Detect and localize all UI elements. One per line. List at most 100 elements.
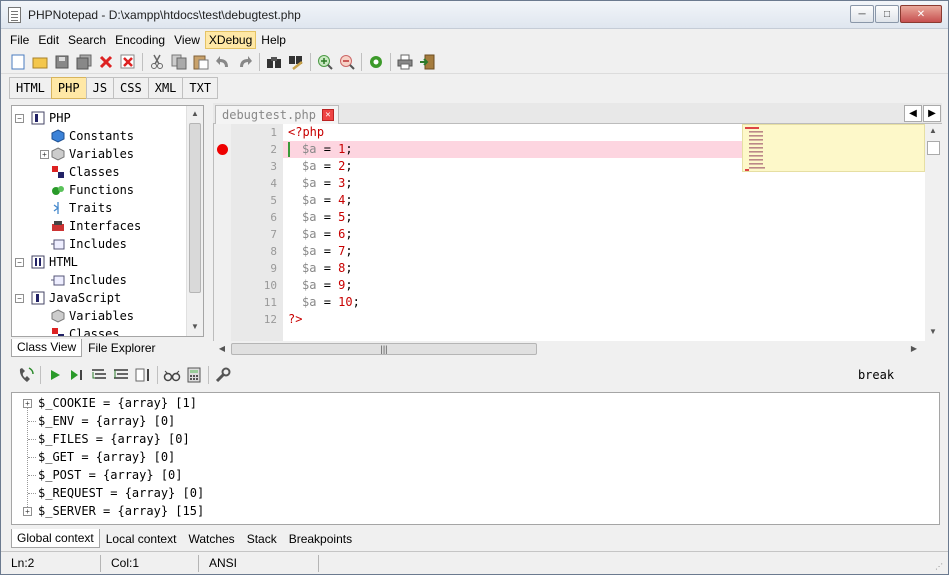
print-button[interactable]: [394, 51, 416, 73]
tree-node-html[interactable]: HTML: [30, 253, 78, 271]
debug-settings-button[interactable]: [212, 364, 234, 386]
collapse-php-toggle[interactable]: −: [15, 114, 24, 123]
scroll-down-arrow-icon[interactable]: ▼: [187, 319, 203, 335]
settings-button[interactable]: [365, 51, 387, 73]
debug-step-into-button[interactable]: [88, 364, 110, 386]
scroll-up-arrow-icon[interactable]: ▲: [187, 106, 203, 122]
close-all-button[interactable]: [117, 51, 139, 73]
editor-hscroll-thumb[interactable]: |||: [231, 343, 537, 355]
tree-node-php[interactable]: PHP: [30, 109, 71, 127]
editor-tab-debugtest[interactable]: debugtest.php ✕: [215, 105, 339, 124]
menu-edit[interactable]: Edit: [34, 31, 63, 49]
line-number: 11: [263, 296, 277, 309]
menu-encoding[interactable]: Encoding: [111, 31, 169, 49]
close-window-button[interactable]: ✕: [900, 5, 942, 23]
save-all-button[interactable]: [73, 51, 95, 73]
tree-node-interfaces[interactable]: Interfaces: [50, 217, 141, 235]
resize-grip-icon[interactable]: ⋰: [935, 562, 945, 572]
paste-button[interactable]: [190, 51, 212, 73]
variable-row[interactable]: $_SERVER = {array} [15]: [38, 502, 204, 520]
lang-tab-html[interactable]: HTML: [9, 77, 52, 99]
menu-help[interactable]: Help: [257, 31, 290, 49]
open-file-button[interactable]: [29, 51, 51, 73]
play-icon: [51, 370, 60, 380]
minimize-button[interactable]: ─: [850, 5, 874, 23]
close-tab-icon[interactable]: ✕: [321, 109, 334, 121]
tab-class-view[interactable]: Class View: [11, 339, 83, 357]
tab-watches[interactable]: Watches: [182, 529, 240, 548]
debug-evaluate-button[interactable]: [183, 364, 205, 386]
tree-node-php-includes[interactable]: Includes: [50, 235, 127, 253]
breakpoint-margin[interactable]: [214, 124, 231, 341]
expand-server-toggle[interactable]: +: [23, 507, 32, 516]
zoom-out-button[interactable]: [336, 51, 358, 73]
lang-tab-css[interactable]: CSS: [113, 77, 149, 99]
save-button[interactable]: [51, 51, 73, 73]
debug-run-button[interactable]: [44, 364, 66, 386]
tab-file-explorer[interactable]: File Explorer: [82, 339, 161, 357]
tree-node-traits[interactable]: Traits: [50, 199, 112, 217]
tab-stack[interactable]: Stack: [241, 529, 283, 548]
redo-button[interactable]: [234, 51, 256, 73]
debug-listen-button[interactable]: [15, 364, 37, 386]
expand-variables-toggle[interactable]: +: [40, 150, 49, 159]
tree-node-constants[interactable]: Constants: [50, 127, 134, 145]
editor-vertical-scrollbar[interactable]: ▲ ▼: [925, 124, 942, 341]
tab-local-context[interactable]: Local context: [100, 529, 183, 548]
code-editor[interactable]: 1 2 3 4 5 6 7 8 9 10 11 12 <?php $a = 1;…: [213, 124, 942, 341]
tree-node-functions[interactable]: Functions: [50, 181, 134, 199]
expand-cookie-toggle[interactable]: +: [23, 399, 32, 408]
variable-row[interactable]: $_ENV = {array} [0]: [38, 412, 175, 430]
editor-scroll-thumb[interactable]: [927, 141, 940, 155]
tab-breakpoints[interactable]: Breakpoints: [283, 529, 358, 548]
tree-node-classes[interactable]: Classes: [50, 163, 120, 181]
menu-file[interactable]: File: [6, 31, 33, 49]
tab-scroll-right-button[interactable]: ▶: [923, 105, 941, 122]
collapse-html-toggle[interactable]: −: [15, 258, 24, 267]
zoom-in-button[interactable]: [314, 51, 336, 73]
code-minimap[interactable]: [742, 124, 925, 172]
variable-row[interactable]: $_REQUEST = {array} [0]: [38, 484, 204, 502]
menu-xdebug[interactable]: XDebug: [204, 30, 257, 49]
close-file-button[interactable]: [95, 51, 117, 73]
scroll-down-arrow-icon[interactable]: ▼: [925, 325, 941, 339]
lang-tab-js[interactable]: JS: [85, 77, 115, 99]
variable-row[interactable]: $_GET = {array} [0]: [38, 448, 175, 466]
tree-node-javascript[interactable]: JavaScript: [30, 289, 121, 307]
scroll-up-arrow-icon[interactable]: ▲: [925, 124, 941, 138]
variable-row[interactable]: $_FILES = {array} [0]: [38, 430, 190, 448]
debug-step-out-button[interactable]: [132, 364, 154, 386]
tree-node-js-classes[interactable]: Classes: [50, 325, 120, 336]
variable-row[interactable]: $_POST = {array} [0]: [38, 466, 183, 484]
tab-scroll-left-button[interactable]: ◀: [904, 105, 922, 122]
scroll-right-arrow-icon[interactable]: ▶: [907, 341, 921, 357]
tree-scroll-thumb[interactable]: [189, 123, 201, 293]
scroll-left-arrow-icon[interactable]: ◀: [215, 341, 229, 357]
variable-row[interactable]: $_COOKIE = {array} [1]: [38, 394, 197, 412]
breakpoint-icon[interactable]: [217, 144, 228, 155]
tree-node-html-includes[interactable]: Includes: [50, 271, 127, 289]
debug-run-to-cursor-button[interactable]: [66, 364, 88, 386]
new-file-button[interactable]: [7, 51, 29, 73]
tree-node-js-variables[interactable]: Variables: [50, 307, 134, 325]
lang-tab-xml[interactable]: XML: [147, 77, 184, 99]
tree-scrollbar[interactable]: ▲ ▼: [186, 106, 203, 336]
code-area[interactable]: <?php $a = 1; $a = 2; $a = 3; $a = 4; $a…: [283, 124, 813, 341]
replace-button[interactable]: [285, 51, 307, 73]
maximize-button[interactable]: □: [875, 5, 899, 23]
copy-button[interactable]: [168, 51, 190, 73]
menu-view[interactable]: View: [170, 31, 204, 49]
tab-global-context[interactable]: Global context: [11, 529, 100, 548]
collapse-javascript-toggle[interactable]: −: [15, 294, 24, 303]
tree-node-variables[interactable]: Variables: [50, 145, 134, 163]
lang-tab-txt[interactable]: TXT: [182, 77, 219, 99]
lang-tab-php[interactable]: PHP: [50, 77, 87, 99]
menu-search[interactable]: Search: [64, 31, 110, 49]
editor-horizontal-scrollbar[interactable]: ◀ ||| ▶: [213, 341, 924, 357]
undo-button[interactable]: [212, 51, 234, 73]
exit-button[interactable]: [416, 51, 438, 73]
find-button[interactable]: [263, 51, 285, 73]
debug-step-over-button[interactable]: [110, 364, 132, 386]
debug-watch-button[interactable]: [161, 364, 183, 386]
cut-button[interactable]: [146, 51, 168, 73]
